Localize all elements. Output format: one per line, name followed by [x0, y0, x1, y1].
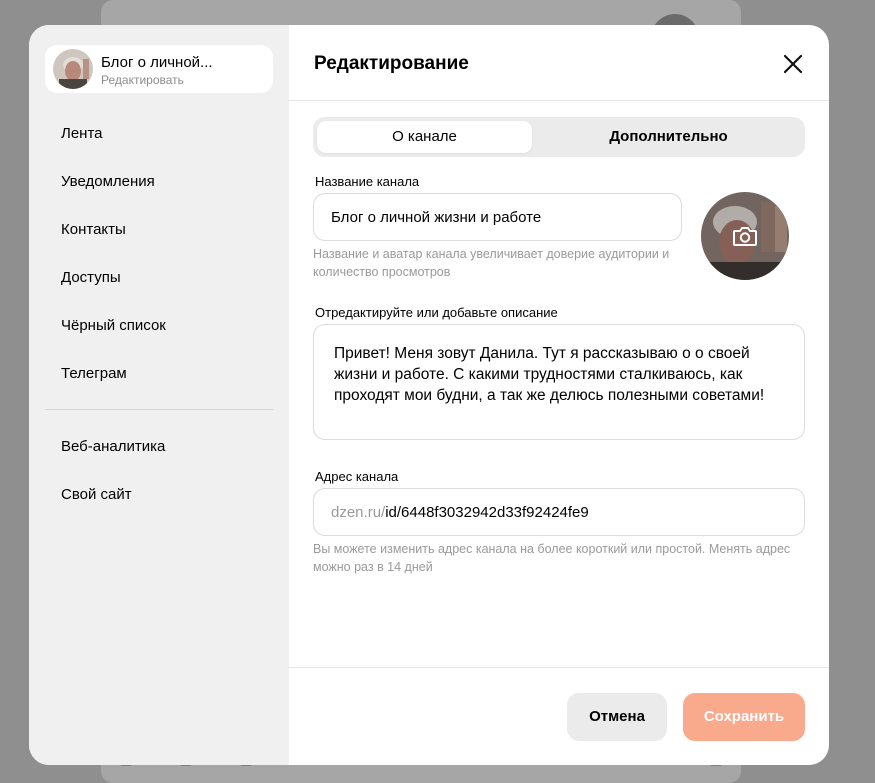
address-field[interactable]: dzen.ru/id/6448f3032942d33f92424fe9 [313, 488, 805, 536]
channel-name: Блог о личной... [101, 54, 213, 71]
description-value: Привет! Меня зовут Данила. Тут я рассказ… [334, 345, 765, 404]
close-button[interactable] [779, 50, 807, 78]
address-label: Адрес канала [315, 469, 399, 484]
description-label: Отредактируйте или добавьте описание [315, 305, 558, 320]
sidebar-item-feed[interactable]: Лента [61, 125, 103, 142]
content-panel: Редактирование О канале Дополнительно На… [289, 25, 829, 765]
sidebar-divider [45, 409, 273, 410]
footer-divider [289, 667, 829, 668]
sidebar-item-blacklist[interactable]: Чёрный список [61, 317, 166, 334]
tab-bar: О канале Дополнительно [313, 117, 805, 157]
address-value: id/6448f3032942d33f92424fe9 [385, 504, 589, 521]
address-hint: Вы можете изменить адрес канала на более… [313, 542, 791, 574]
save-button[interactable]: Сохранить [683, 693, 805, 741]
address-prefix: dzen.ru/ [331, 504, 386, 521]
header-divider [289, 100, 829, 101]
description-field[interactable]: Привет! Меня зовут Данила. Тут я рассказ… [313, 324, 805, 440]
tab-about-channel[interactable]: О канале [317, 121, 532, 153]
close-icon [783, 54, 803, 74]
address-text: dzen.ru/id/6448f3032942d33f92424fe9 [331, 504, 589, 521]
sidebar-item-own-site[interactable]: Свой сайт [61, 486, 132, 503]
channel-name-field[interactable]: Блог о личной жизни и работе [313, 193, 682, 241]
sidebar-item-access[interactable]: Доступы [61, 269, 121, 286]
channel-avatar [53, 49, 93, 89]
sidebar-item-contacts[interactable]: Контакты [61, 221, 126, 238]
cancel-button[interactable]: Отмена [567, 693, 667, 741]
channel-edit-label: Редактировать [101, 73, 184, 87]
camera-icon [733, 227, 757, 246]
sidebar-item-web-analytics[interactable]: Веб-аналитика [61, 438, 165, 455]
channel-avatar-upload[interactable] [701, 192, 789, 280]
channel-name-hint: Название и аватар канала увеличивает дов… [313, 247, 670, 279]
edit-channel-modal: Блог о личной... Редактировать Лента Уве… [29, 25, 829, 765]
sidebar-item-telegram[interactable]: Телеграм [61, 365, 127, 382]
sidebar-item-notifications[interactable]: Уведомления [61, 173, 155, 190]
channel-name-value: Блог о личной жизни и работе [331, 209, 542, 226]
sidebar: Блог о личной... Редактировать Лента Уве… [29, 25, 289, 765]
channel-card[interactable]: Блог о личной... Редактировать [45, 45, 273, 93]
channel-name-label: Название канала [315, 174, 420, 189]
tab-additional[interactable]: Дополнительно [536, 121, 801, 153]
page-title: Редактирование [314, 53, 469, 74]
